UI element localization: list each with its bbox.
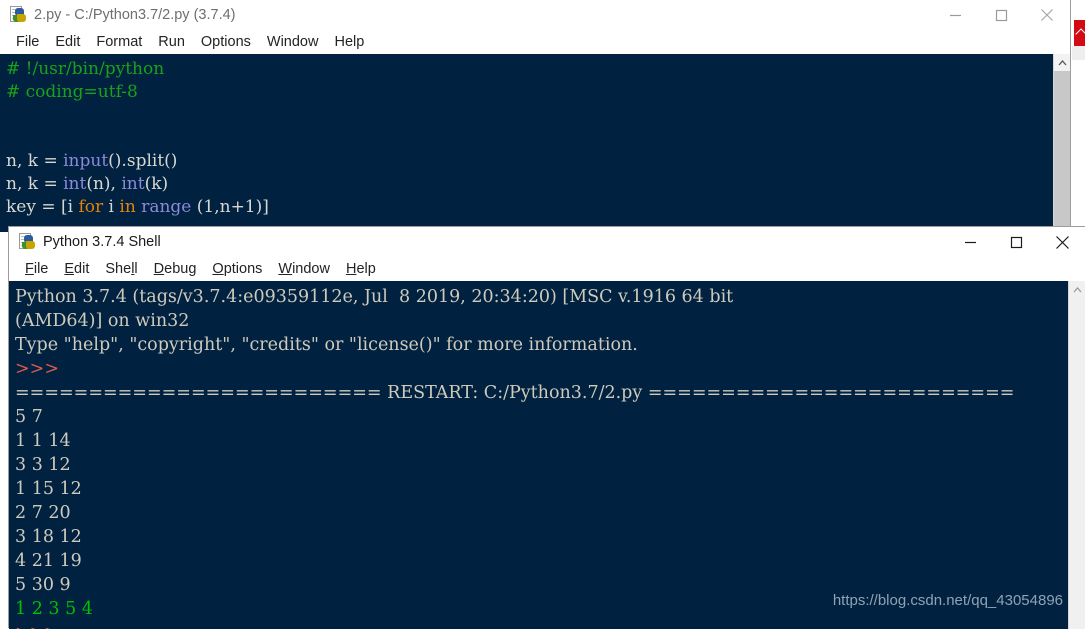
watermark-text: https://blog.csdn.net/qq_43054896 [832,592,1063,609]
editor-window-controls[interactable] [932,0,1070,30]
shell-window-controls[interactable] [947,227,1085,257]
python-idle-file-icon [9,6,27,24]
code-token: for [78,197,104,217]
background-window-strip [1072,46,1085,60]
background-window-sliver [1072,0,1085,60]
code-token: (1,n+1)] [191,197,269,217]
editor-title-text: 2.py - C:/Python3.7/2.py (3.7.4) [34,7,236,23]
menu-item-debug[interactable]: Debug [146,259,205,279]
code-token: Python 3.7.4 (tags/v3.7.4:e09359112e, Ju… [15,287,734,307]
menu-item-edit[interactable]: Edit [47,32,88,52]
editor-scrollbar-thumb[interactable] [1054,71,1070,223]
menu-item-file[interactable]: File [8,32,47,52]
editor-vertical-scrollbar[interactable] [1053,54,1070,232]
code-line: # coding=utf-8 [6,81,1053,104]
shell-text-pane[interactable]: Python 3.7.4 (tags/v3.7.4:e09359112e, Ju… [9,281,1085,629]
maximize-icon[interactable] [993,227,1039,257]
menu-item-shell[interactable]: Shell [97,259,145,279]
scroll-up-arrow-icon[interactable] [1054,54,1070,71]
code-line: n, k = int(n), int(k) [6,173,1053,196]
code-token: 4 21 19 [15,551,82,571]
close-icon[interactable] [1024,0,1070,30]
code-token: i [103,197,120,217]
python-idle-shell-icon [18,233,36,251]
code-token: 3 3 12 [15,455,71,475]
menu-item-window[interactable]: Window [259,32,327,52]
code-token: (n), [86,174,122,194]
idle-shell-window[interactable]: Python 3.7.4 Shell File Edit Shell Debug… [8,226,1085,629]
code-token: int [121,174,145,194]
editor-text-pane[interactable]: # !/usr/bin/python # coding=utf-8 n, k = … [0,54,1070,232]
code-line: n, k = input().split() [6,150,1053,173]
code-token: input [63,151,109,171]
shell-title-text: Python 3.7.4 Shell [43,234,161,250]
code-token: in [119,197,136,217]
code-token: 3 18 12 [15,527,82,547]
menu-item-help[interactable]: Help [338,259,384,279]
code-token: Type "help", "copyright", "credits" or "… [15,335,638,355]
code-token: int [63,174,87,194]
shell-titlebar[interactable]: Python 3.7.4 Shell [9,227,1085,257]
code-token: n, k = [6,151,64,171]
code-line: key = [i for i in range (1,n+1)] [6,196,1053,219]
code-line: 4 21 19 [15,549,1068,573]
code-line: ========================= RESTART: C:/Py… [15,381,1068,405]
minimize-icon[interactable] [932,0,978,30]
menu-item-file[interactable]: File [17,259,56,279]
code-token: >>> [15,623,59,629]
code-line: (AMD64)] on win32 [15,309,1068,333]
code-token: # coding=utf-8 [6,82,138,102]
code-line: Python 3.7.4 (tags/v3.7.4:e09359112e, Ju… [15,285,1068,309]
maximize-icon[interactable] [978,0,1024,30]
menu-item-run[interactable]: Run [150,32,193,52]
code-token: range [141,197,192,217]
code-token: n, k = [6,174,64,194]
code-line: 5 7 [15,405,1068,429]
code-token: 5 30 9 [15,575,71,595]
code-token: key = [i [6,197,79,217]
idle-editor-window[interactable]: 2.py - C:/Python3.7/2.py (3.7.4) File Ed… [0,0,1071,232]
shell-vertical-scrollbar[interactable] [1068,281,1085,629]
code-token: # !/usr/bin/python [6,59,165,79]
code-token: 2 7 20 [15,503,71,523]
editor-source-code[interactable]: # !/usr/bin/python # coding=utf-8 n, k = … [0,54,1053,232]
menu-item-window[interactable]: Window [270,259,338,279]
minimize-icon[interactable] [947,227,993,257]
close-icon[interactable] [1039,227,1085,257]
code-line: >>> [15,357,1068,381]
editor-menubar[interactable]: File Edit Format Run Options Window Help [0,30,1070,54]
menu-item-format[interactable]: Format [88,32,150,52]
code-token: (AMD64)] on win32 [15,311,190,331]
menu-item-options[interactable]: Options [193,32,259,52]
code-token: 5 7 [15,407,43,427]
code-token: ========================= RESTART: C:/Py… [15,383,1015,403]
shell-menubar[interactable]: File Edit Shell Debug Options Window Hel… [9,257,1085,281]
code-line: # !/usr/bin/python [6,58,1053,81]
menu-item-edit[interactable]: Edit [56,259,97,279]
code-line: Type "help", "copyright", "credits" or "… [15,333,1068,357]
code-token: (k) [144,174,169,194]
code-token: >>> [15,359,59,379]
background-window-close-button[interactable] [1074,20,1085,46]
shell-output-console[interactable]: Python 3.7.4 (tags/v3.7.4:e09359112e, Ju… [9,281,1068,629]
editor-titlebar[interactable]: 2.py - C:/Python3.7/2.py (3.7.4) [0,0,1070,30]
code-token: 1 15 12 [15,479,82,499]
code-line: 3 18 12 [15,525,1068,549]
menu-item-options[interactable]: Options [204,259,270,279]
scroll-up-arrow-icon[interactable] [1069,281,1085,298]
code-token: 1 1 14 [15,431,71,451]
code-line: 2 7 20 [15,501,1068,525]
code-line: 1 15 12 [15,477,1068,501]
code-token: ().split() [108,151,178,171]
code-line: 3 3 12 [15,453,1068,477]
menu-item-help[interactable]: Help [326,32,372,52]
code-token: 1 2 3 5 4 [15,599,93,619]
code-line: 1 1 14 [15,429,1068,453]
